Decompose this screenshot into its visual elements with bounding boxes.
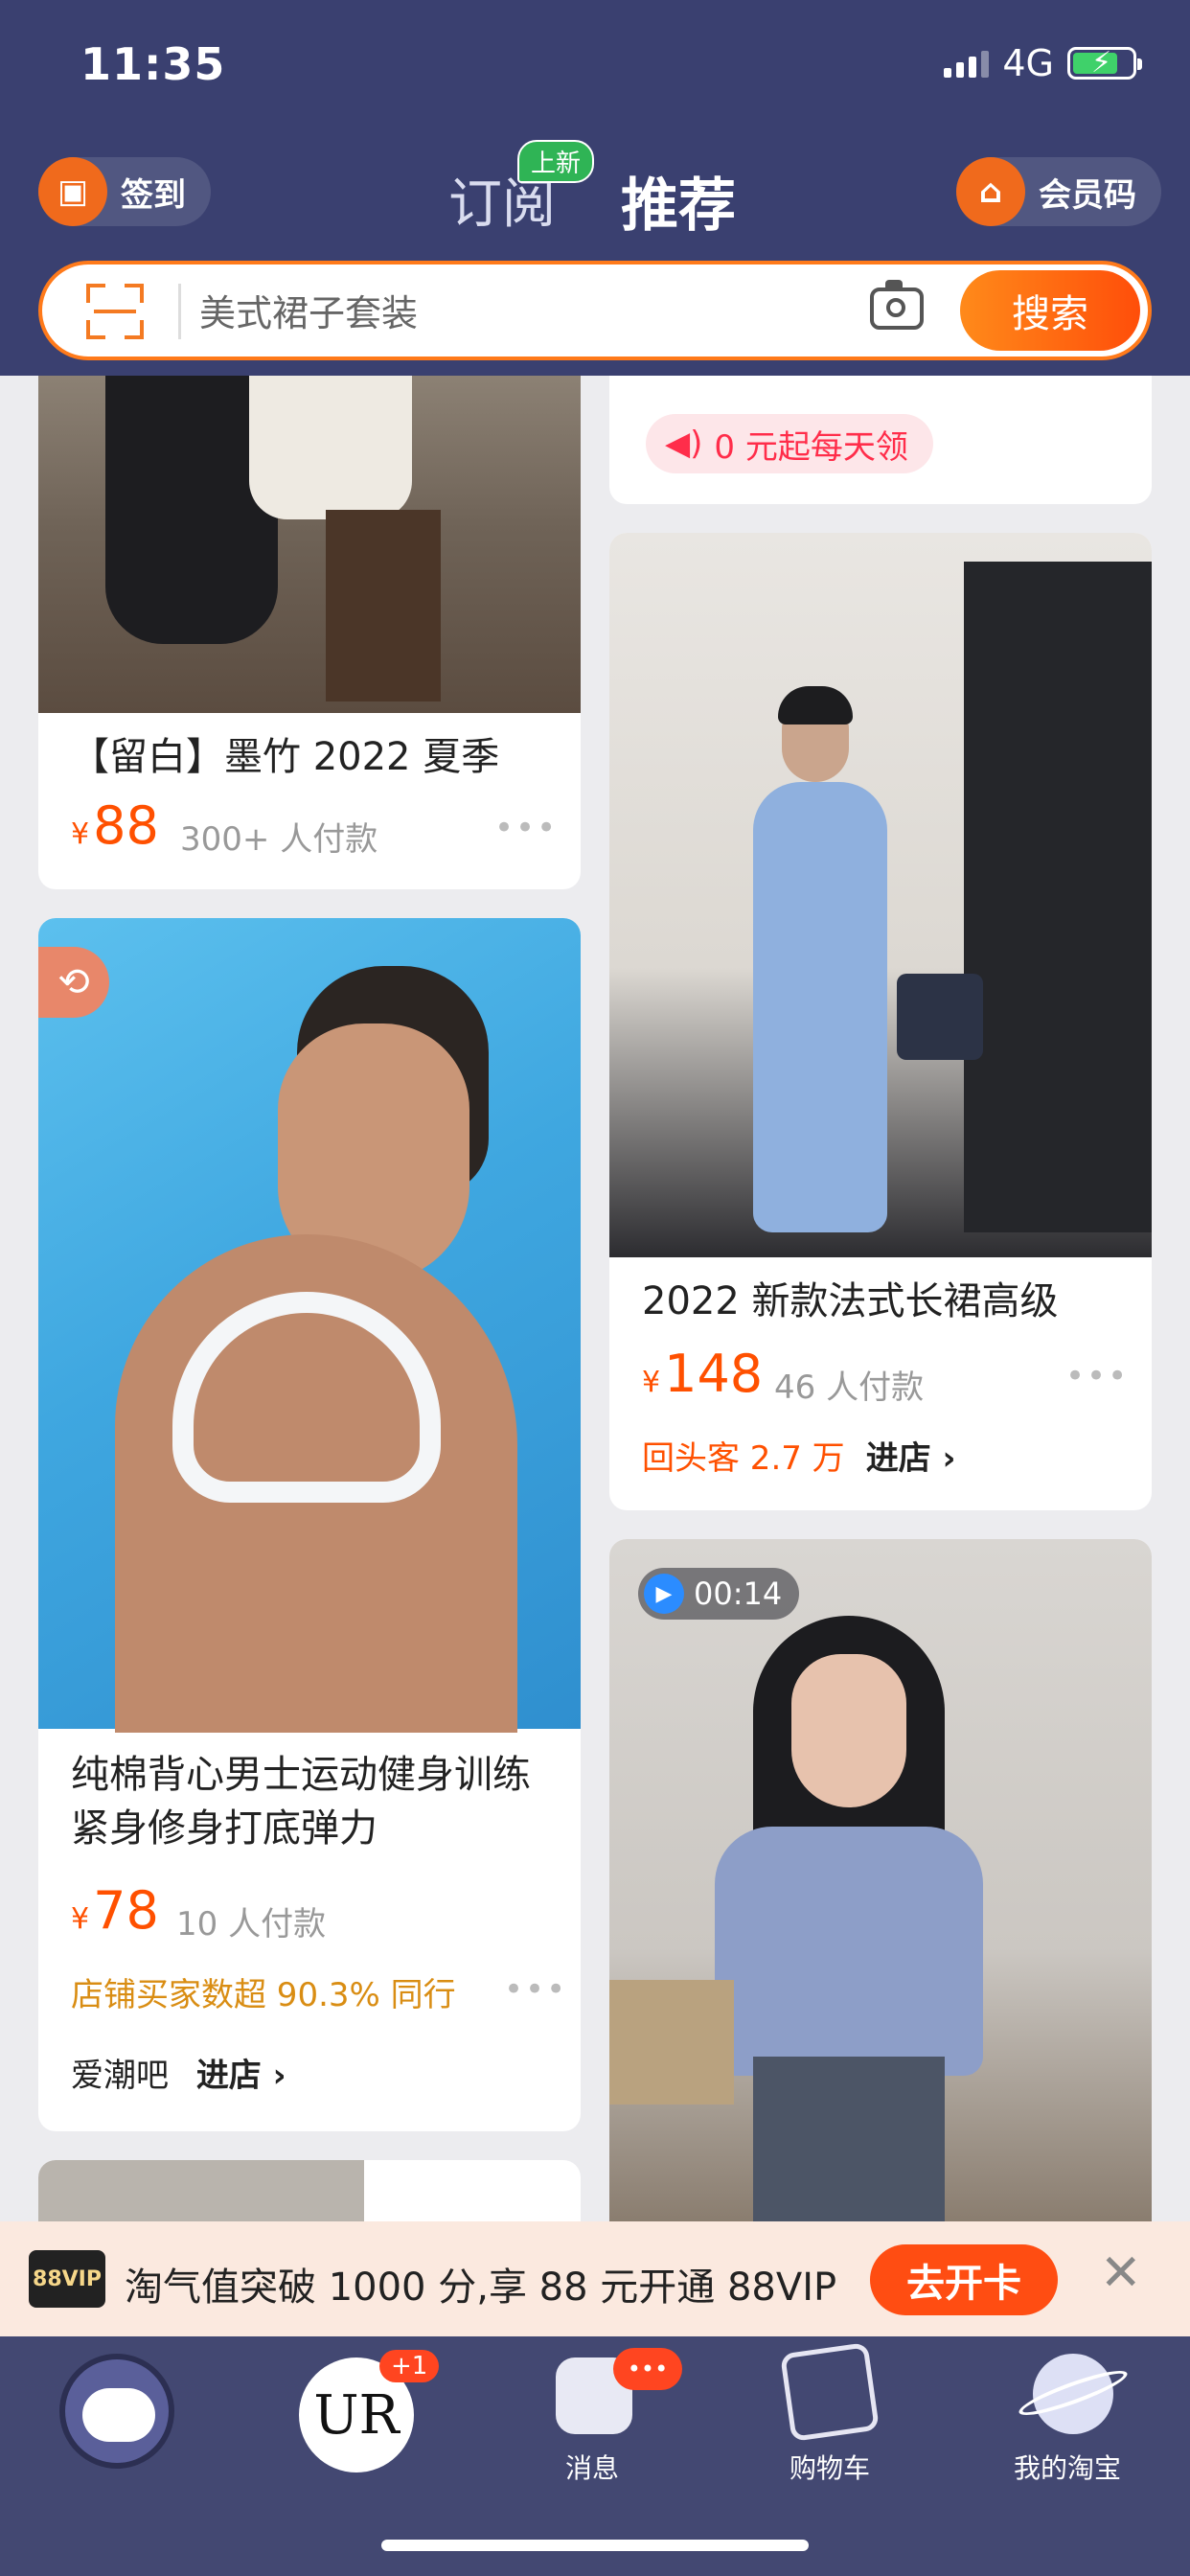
checkin-label: 签到 <box>121 175 186 215</box>
play-icon: ▶ <box>644 1574 684 1614</box>
ur-logo-icon: UR <box>313 2383 400 2447</box>
status-indicators: 4G ⚡ <box>944 42 1142 84</box>
tab-cart[interactable]: 购物车 <box>744 2448 916 2486</box>
more-icon[interactable]: ••• <box>494 809 558 847</box>
checkin-button[interactable]: ▣ 签到 <box>38 157 211 226</box>
product-image <box>38 376 581 713</box>
product-price: ¥148 <box>642 1344 764 1404</box>
battery-icon: ⚡ <box>1067 46 1142 80</box>
video-card[interactable]: ▶ 00:14 <box>609 1539 1152 2221</box>
close-icon[interactable]: ✕ <box>1100 2244 1142 2302</box>
video-thumbnail <box>609 1539 1152 2221</box>
product-sales: 300+ 人付款 <box>180 820 378 859</box>
tab-recommend[interactable]: 推荐 <box>621 159 736 242</box>
network-label: 4G <box>1002 42 1054 84</box>
vip-banner-text: 淘气值突破 1000 分,享 88 元开通 88VIP <box>125 2266 837 2310</box>
product-title: 【留白】墨竹 2022 夏季 <box>71 735 500 779</box>
search-bar[interactable]: 美式裙子套装 搜索 <box>38 261 1152 360</box>
product-card[interactable]: 2022 新款法式长裙高级 ¥148 46 人付款 ••• 回头客 2.7 万 … <box>609 533 1152 1510</box>
vip-banner[interactable]: 88VIP 淘气值突破 1000 分,享 88 元开通 88VIP 去开卡 ✕ <box>0 2221 1190 2336</box>
product-title: 2022 新款法式长裙高级 <box>642 1279 1059 1323</box>
product-image <box>609 533 1152 1257</box>
tab-my-taobao[interactable]: 我的淘宝 <box>981 2448 1154 2486</box>
header: 11:35 4G ⚡ ▣ 签到 订阅 上新 推荐 ⌂ 会员码 美式裙子套装 搜索 <box>0 0 1190 376</box>
camera-icon[interactable] <box>870 280 924 330</box>
scan-icon[interactable] <box>86 284 144 339</box>
speaker-icon: ◀) <box>665 425 703 463</box>
return-icon[interactable]: ⟲ <box>38 947 109 1018</box>
coupon-text: 0 元起每天领 <box>714 427 908 467</box>
video-duration-badge: ▶ 00:14 <box>638 1568 800 1620</box>
member-code-label: 会员码 <box>1039 175 1136 215</box>
enter-shop-link[interactable]: 进店 › <box>196 2057 286 2095</box>
tab-messages[interactable]: 消息 <box>506 2448 678 2486</box>
shop-name: 爱潮吧 <box>71 2057 169 2095</box>
video-duration: 00:14 <box>694 1576 783 1612</box>
tab-home[interactable] <box>59 2354 174 2469</box>
signal-icon <box>944 49 990 78</box>
message-badge: ••• <box>613 2348 682 2390</box>
open-card-button[interactable]: 去开卡 <box>870 2244 1058 2315</box>
shop-stat-tag: 店铺买家数超 90.3% 同行 <box>71 1976 456 2014</box>
search-divider <box>178 284 181 339</box>
product-price: ¥88 <box>71 795 159 856</box>
search-button[interactable]: 搜索 <box>960 270 1140 351</box>
search-input[interactable]: 美式裙子套装 <box>199 284 418 336</box>
repeat-buyers: 回头客 2.7 万 <box>642 1439 845 1478</box>
checkin-icon: ▣ <box>38 157 107 226</box>
enter-shop-link[interactable]: 进店 › <box>866 1432 956 1479</box>
new-badge: 上新 <box>517 140 595 183</box>
product-title: 纯棉背心男士运动健身训练紧身修身打底弹力 <box>71 1753 531 1851</box>
product-sales: 10 人付款 <box>176 1905 327 1944</box>
88vip-logo: 88VIP <box>29 2250 105 2308</box>
product-sales: 46 人付款 <box>774 1368 925 1407</box>
follow-badge: +1 <box>379 2350 440 2382</box>
coupon-card[interactable]: ◀) 0 元起每天领 <box>609 376 1152 504</box>
shop-row[interactable]: 回头客 2.7 万 进店 › <box>642 1432 956 1479</box>
product-image <box>38 918 581 1733</box>
product-price: ¥78 <box>71 1880 159 1941</box>
cart-icon <box>780 2342 880 2442</box>
home-indicator <box>381 2540 809 2551</box>
shop-row[interactable]: 爱潮吧 进店 › <box>71 2049 286 2096</box>
more-icon[interactable]: ••• <box>1065 1357 1129 1395</box>
mascot-icon <box>82 2388 155 2442</box>
member-code-button[interactable]: ⌂ 会员码 <box>956 157 1161 226</box>
coupon-pill[interactable]: ◀) 0 元起每天领 <box>646 414 933 473</box>
status-time: 11:35 <box>80 38 226 90</box>
store-icon: ⌂ <box>956 157 1025 226</box>
product-card[interactable]: 【留白】墨竹 2022 夏季 ¥88 300+ 人付款 ••• <box>38 376 581 889</box>
product-card[interactable]: ⟲ 纯棉背心男士运动健身训练紧身修身打底弹力 ¥78 10 人付款 店铺买家数超… <box>38 918 581 2131</box>
more-icon[interactable]: ••• <box>504 1970 567 2009</box>
